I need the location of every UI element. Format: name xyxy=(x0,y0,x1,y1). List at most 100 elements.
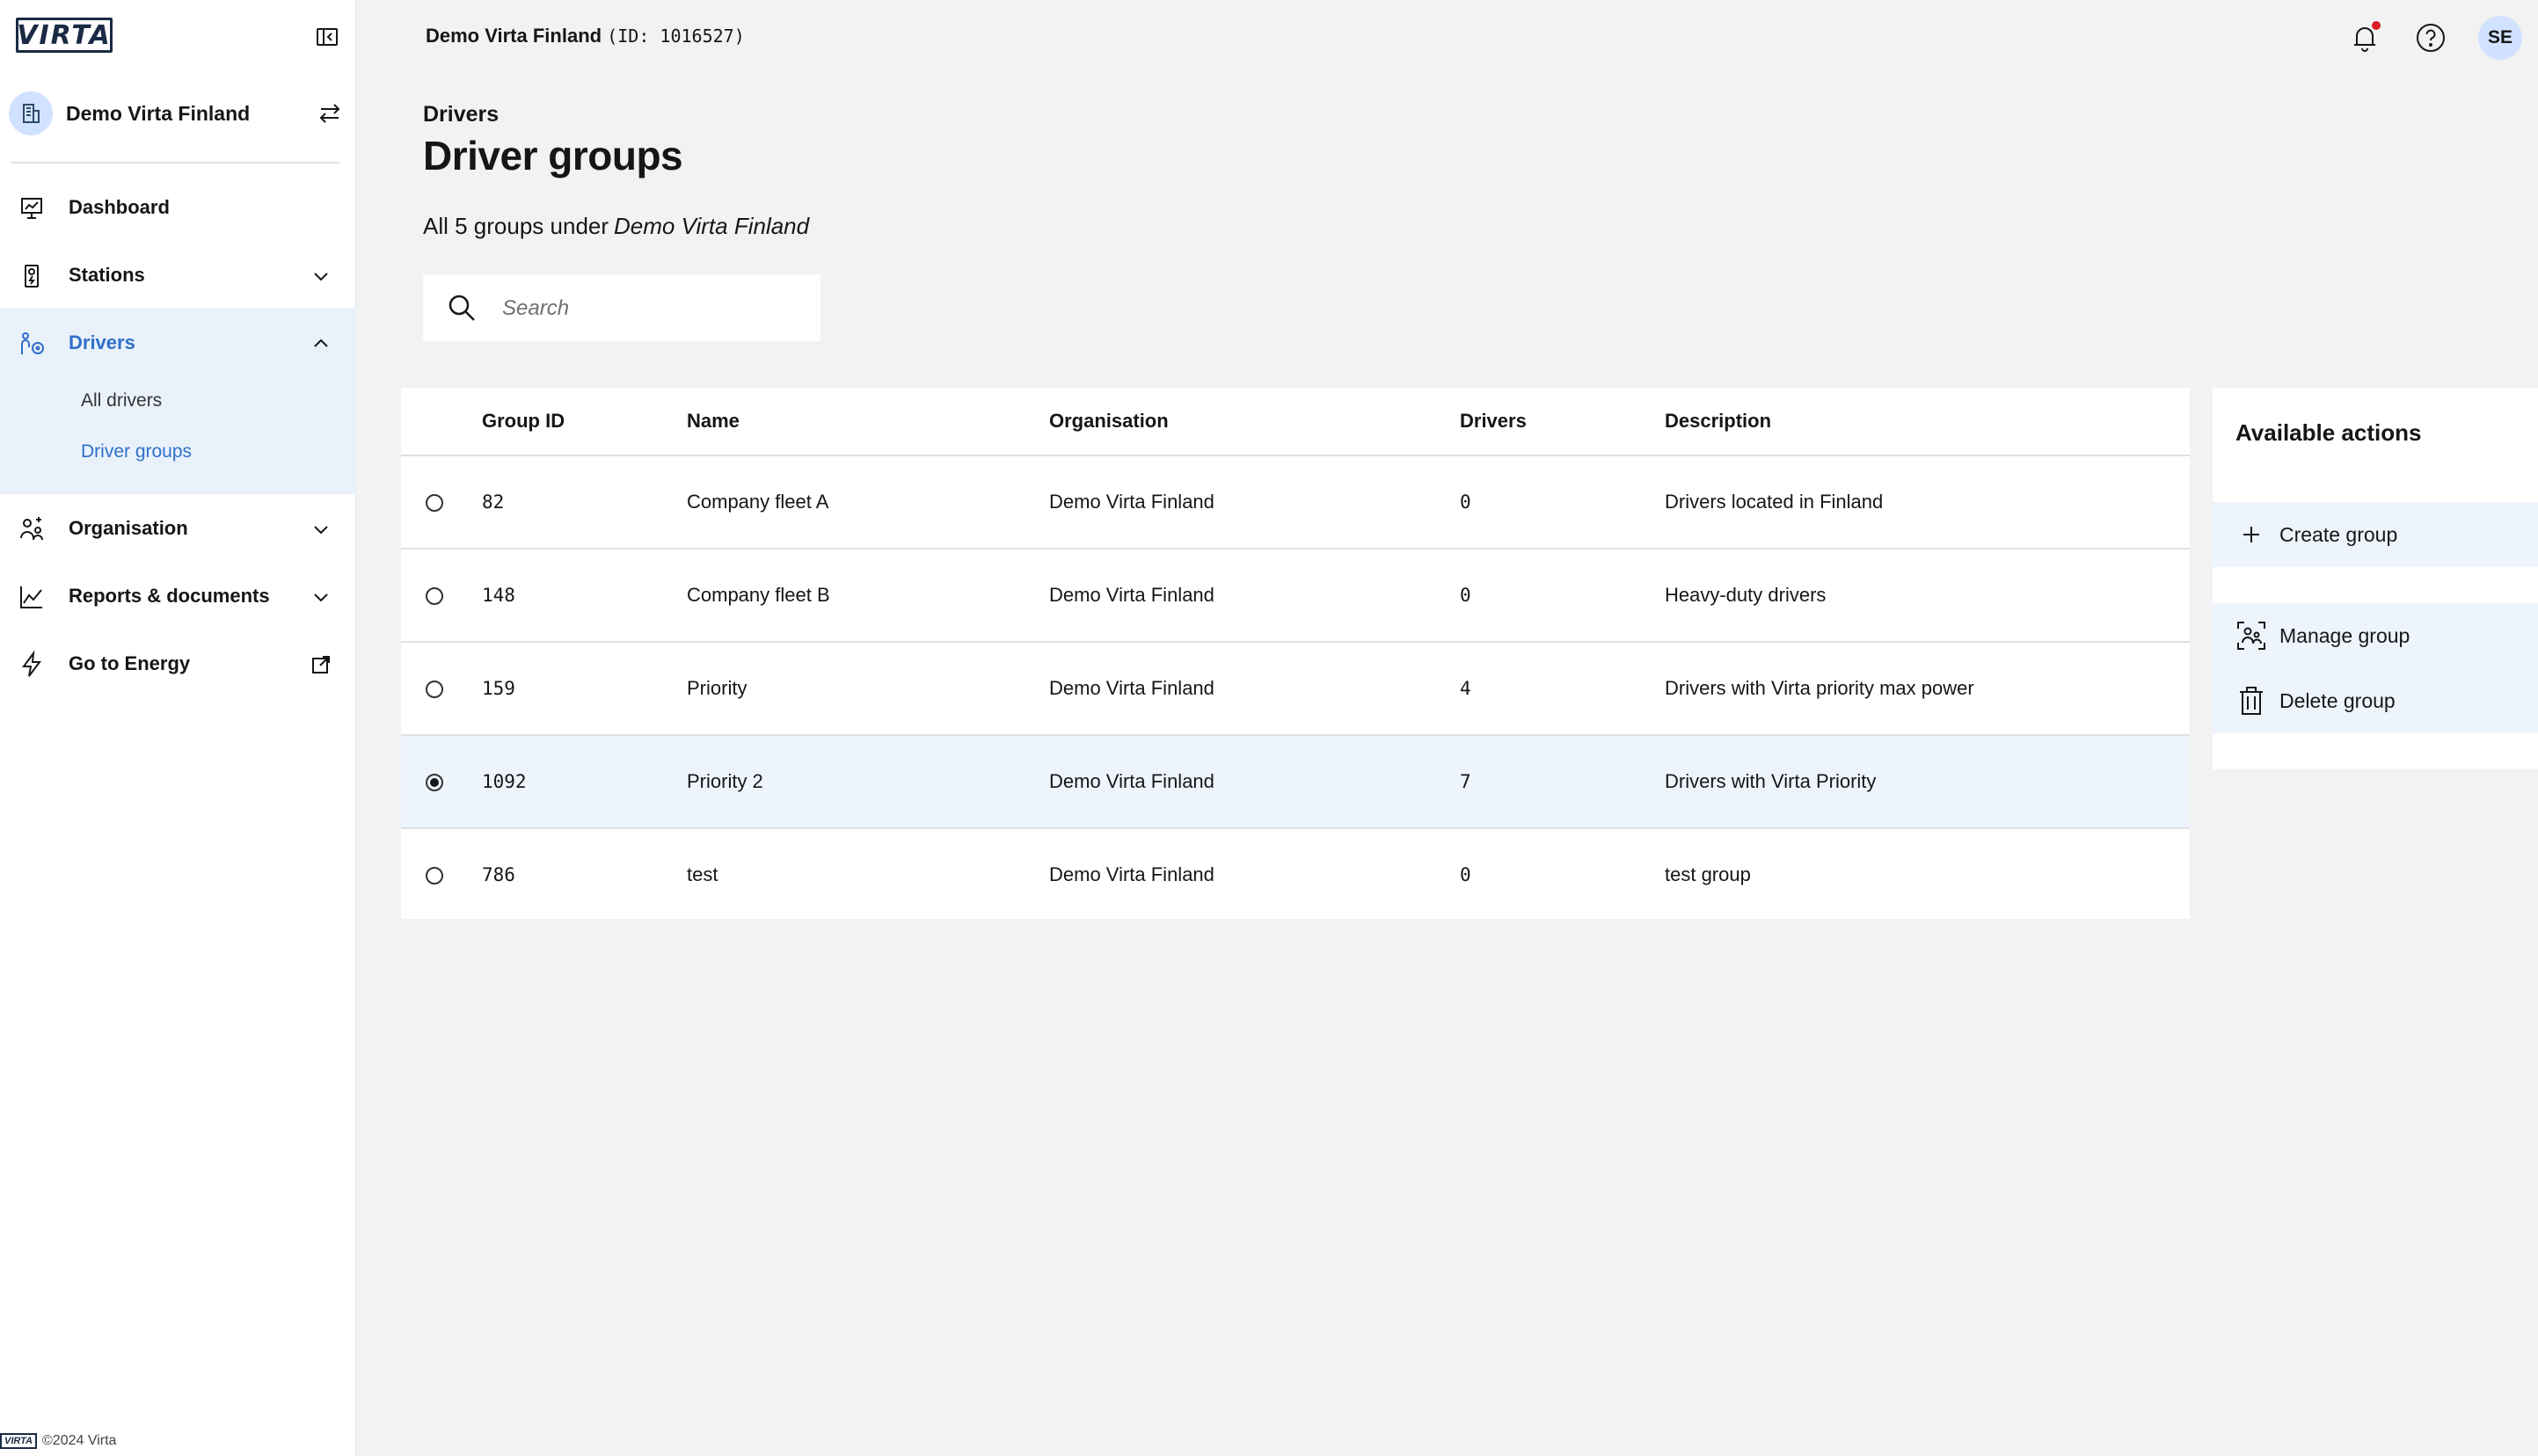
sidebar-item-organisation[interactable]: Organisation xyxy=(0,498,356,559)
chevron-up-icon xyxy=(310,333,332,354)
cell-group-id: 1092 xyxy=(482,735,687,829)
bell-icon[interactable] xyxy=(2346,19,2383,56)
delete-group-label: Delete group xyxy=(2279,688,2396,712)
sidebar-item-reports[interactable]: Reports & documents xyxy=(0,565,356,627)
sidebar-divider xyxy=(11,162,339,164)
actions-title: Available actions xyxy=(2235,419,2422,446)
sidebar-subitem-all-drivers[interactable]: All drivers xyxy=(81,390,162,411)
manage-group-icon xyxy=(2235,620,2267,652)
cell-description: Heavy-duty drivers xyxy=(1665,549,2190,643)
select-column-header xyxy=(401,388,482,456)
manage-group-label: Manage group xyxy=(2279,623,2410,647)
external-link-icon xyxy=(310,654,332,675)
sidebar-item-label: Reports & documents xyxy=(69,585,270,607)
topbar-org-id: (ID: 1016527) xyxy=(607,25,745,47)
copyright-text: ©2024 Virta xyxy=(42,1433,117,1448)
chevron-down-icon xyxy=(310,519,332,540)
sidebar-item-stations[interactable]: Stations xyxy=(0,244,356,306)
sidebar-item-label: Organisation xyxy=(69,517,188,539)
switch-icon[interactable] xyxy=(317,100,343,127)
breadcrumb[interactable]: Drivers xyxy=(423,102,499,127)
org-switcher[interactable]: Demo Virta Finland xyxy=(9,90,343,137)
cell-name: Company fleet A xyxy=(687,455,1049,550)
summary-prefix: All 5 groups under xyxy=(423,213,609,239)
row-radio[interactable] xyxy=(426,867,443,885)
building-icon xyxy=(9,91,53,135)
trash-icon xyxy=(2235,685,2267,717)
topbar-org-name: Demo Virta Finland xyxy=(426,25,602,47)
delete-group-button[interactable]: Delete group xyxy=(2213,668,2538,733)
user-avatar[interactable]: SE xyxy=(2478,16,2522,60)
drivers-icon xyxy=(18,330,46,358)
manage-group-button[interactable]: Manage group xyxy=(2213,603,2538,668)
cell-description: Drivers with Virta priority max power xyxy=(1665,642,2190,736)
virta-logo[interactable]: VIRTA xyxy=(16,18,113,53)
cell-drivers: 7 xyxy=(1460,735,1665,829)
cell-drivers: 0 xyxy=(1460,864,1471,885)
row-radio[interactable] xyxy=(426,587,443,606)
sidebar-item-go-to-energy[interactable]: Go to Energy xyxy=(0,633,356,695)
row-radio-selected[interactable] xyxy=(426,774,443,792)
cell-group-id: 786 xyxy=(482,864,515,885)
column-header-group-id[interactable]: Group ID xyxy=(482,388,687,456)
cell-description: test group xyxy=(1665,863,1751,885)
plus-icon xyxy=(2235,519,2267,550)
cell-description: Drivers with Virta Priority xyxy=(1665,735,2190,829)
table-row[interactable]: 82 Company fleet A Demo Virta Finland 0 … xyxy=(401,455,2190,550)
sidebar-item-label: Go to Energy xyxy=(69,652,191,674)
sidebar-item-label: Dashboard xyxy=(69,196,170,218)
table-row[interactable]: 159 Priority Demo Virta Finland 4 Driver… xyxy=(401,642,2190,736)
table-row-selected[interactable]: 1092 Priority 2 Demo Virta Finland 7 Dri… xyxy=(401,735,2190,829)
row-radio[interactable] xyxy=(426,494,443,513)
cell-organisation: Demo Virta Finland xyxy=(1049,642,1460,736)
summary-org: Demo Virta Finland xyxy=(614,213,810,239)
available-actions-panel: Available actions Create group Manage gr… xyxy=(2213,388,2538,769)
sidebar-footer: VIRTA ©2024 Virta xyxy=(0,1433,116,1449)
sidebar: VIRTA Demo Virta Finland Dashboard Stati… xyxy=(0,0,356,1456)
cell-drivers: 4 xyxy=(1460,642,1665,736)
cell-name: Priority 2 xyxy=(687,735,1049,829)
column-header-organisation[interactable]: Organisation xyxy=(1049,388,1460,456)
drivers-nav-group: Drivers All drivers Driver groups xyxy=(0,308,356,494)
cell-organisation: Demo Virta Finland xyxy=(1049,863,1214,885)
cell-organisation: Demo Virta Finland xyxy=(1049,735,1460,829)
cell-name: test xyxy=(687,863,718,885)
column-header-drivers[interactable]: Drivers xyxy=(1460,388,1665,456)
cell-group-id: 159 xyxy=(482,642,687,736)
sidebar-org-name: Demo Virta Finland xyxy=(66,102,251,125)
cell-name: Priority xyxy=(687,642,1049,736)
sidebar-item-label: Stations xyxy=(69,264,145,286)
search-icon xyxy=(446,292,478,324)
station-icon xyxy=(18,262,46,290)
driver-groups-table: Group ID Name Organisation Drivers Descr… xyxy=(401,388,2190,919)
row-radio[interactable] xyxy=(426,681,443,699)
topbar-org-info: Demo Virta Finland (ID: 1016527) xyxy=(426,25,745,47)
help-icon[interactable] xyxy=(2412,19,2449,56)
collapse-sidebar-icon[interactable] xyxy=(313,23,341,51)
notification-dot xyxy=(2372,21,2381,30)
table-header-row: Group ID Name Organisation Drivers Descr… xyxy=(401,388,2190,456)
table-row[interactable]: 786 test Demo Virta Finland 0 test group xyxy=(401,828,2190,921)
sidebar-item-drivers[interactable]: Drivers xyxy=(0,312,356,374)
cell-description: Drivers located in Finland xyxy=(1665,455,2190,550)
column-header-description[interactable]: Description xyxy=(1665,388,2190,456)
cell-group-id: 148 xyxy=(482,549,687,643)
sidebar-item-dashboard[interactable]: Dashboard xyxy=(0,177,356,238)
organisation-icon xyxy=(18,515,46,543)
cell-group-id: 82 xyxy=(482,455,687,550)
footer-logo: VIRTA xyxy=(0,1433,37,1449)
cell-drivers: 0 xyxy=(1460,455,1665,550)
sidebar-subitem-driver-groups[interactable]: Driver groups xyxy=(81,441,192,462)
search-input[interactable] xyxy=(500,290,803,327)
table-row[interactable]: 148 Company fleet B Demo Virta Finland 0… xyxy=(401,549,2190,643)
create-group-label: Create group xyxy=(2279,522,2398,546)
page-title: Driver groups xyxy=(423,133,683,178)
cell-organisation: Demo Virta Finland xyxy=(1049,455,1460,550)
create-group-button[interactable]: Create group xyxy=(2213,502,2538,567)
chevron-down-icon xyxy=(310,266,332,287)
logo-row: VIRTA xyxy=(16,18,341,58)
chevron-down-icon xyxy=(310,586,332,608)
dashboard-icon xyxy=(18,194,46,222)
column-header-name[interactable]: Name xyxy=(687,388,1049,456)
search-box xyxy=(423,274,820,341)
